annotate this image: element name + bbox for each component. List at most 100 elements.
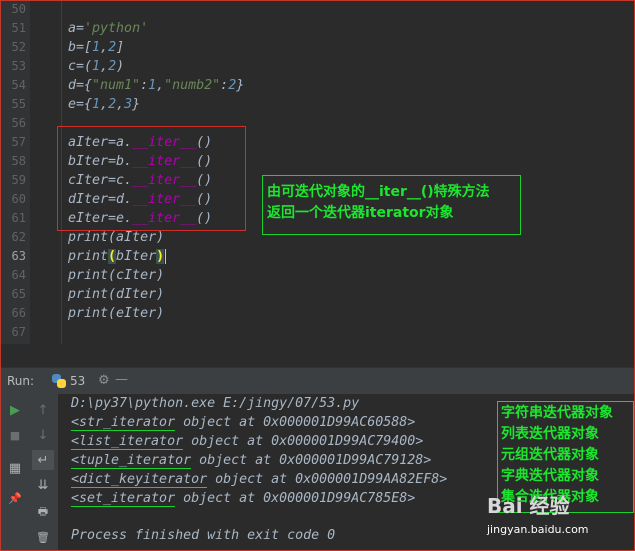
code-token: ( bbox=[108, 230, 117, 245]
code-token: 2 bbox=[108, 40, 117, 55]
run-tab-label: 53 bbox=[70, 374, 86, 388]
code-token: ) bbox=[156, 287, 165, 302]
print-icon[interactable]: 🖶 bbox=[32, 502, 54, 522]
code-token: 2 bbox=[108, 59, 117, 74]
code-token: ={ bbox=[76, 78, 93, 93]
line-number: 60 bbox=[11, 192, 26, 206]
console-output-line: <set_iterator object at 0x000001D99AC785… bbox=[71, 489, 415, 508]
watermark-logo: Bai 经验 bbox=[487, 494, 570, 518]
baidu-jingyan-watermark: Bai 经验 jingyan.baidu.com bbox=[485, 490, 635, 546]
down-arrow-icon[interactable]: ↓ bbox=[32, 425, 54, 445]
code-token: =[ bbox=[76, 40, 93, 55]
iterator-type: <tuple_iterator bbox=[71, 453, 192, 469]
line-number: 59 bbox=[11, 173, 26, 187]
line-number: 57 bbox=[11, 135, 26, 149]
code-token: aIter bbox=[116, 230, 157, 245]
line-number: 65 bbox=[11, 287, 26, 301]
code-token: a bbox=[68, 21, 77, 36]
code-token: ( bbox=[108, 287, 117, 302]
code-token: , bbox=[156, 78, 165, 93]
line-number: 67 bbox=[11, 325, 26, 339]
note-tuple: 元组迭代器对象 bbox=[501, 447, 599, 463]
code-token: , bbox=[100, 59, 109, 74]
line-number: 61 bbox=[11, 211, 26, 225]
code-token: bIter bbox=[116, 249, 157, 264]
code-token: print bbox=[68, 230, 109, 245]
pin-icon[interactable]: 📌 bbox=[4, 488, 26, 508]
code-token: "num1" bbox=[92, 78, 141, 93]
line-number: 66 bbox=[11, 306, 26, 320]
console-command: D:\py37\python.exe E:/jingy/07/53.py bbox=[71, 396, 360, 411]
code-text: d={"num1":1,"numb2":2} bbox=[68, 76, 244, 95]
iterator-type: <str_iterator bbox=[71, 415, 176, 431]
code-line[interactable]: 65 print(dIter) bbox=[0, 285, 635, 304]
line-number: 58 bbox=[11, 154, 26, 168]
layout-icon[interactable]: ▦ bbox=[4, 458, 26, 478]
line-number: 52 bbox=[11, 40, 26, 54]
code-line[interactable]: 51 a='python' bbox=[0, 19, 635, 38]
code-line[interactable]: 67 bbox=[0, 323, 635, 342]
line-number: 53 bbox=[11, 59, 26, 73]
code-token: print bbox=[68, 287, 109, 302]
rerun-icon[interactable]: ▶ bbox=[4, 400, 26, 420]
code-token: , bbox=[100, 40, 109, 55]
line-number: 63 bbox=[11, 249, 26, 263]
code-line[interactable]: 63 print(bIter) bbox=[0, 247, 635, 266]
iter-explanation-note: 由可迭代对象的__iter__()特殊方法 返回一个迭代器iterator对象 bbox=[262, 175, 521, 235]
code-text: c=(1,2) bbox=[68, 57, 124, 76]
iterator-address: object at 0x000001D99AC79400> bbox=[183, 434, 424, 449]
console-output-line: <str_iterator object at 0x000001D99AC605… bbox=[71, 413, 415, 432]
code-token: ( bbox=[108, 306, 117, 321]
code-token: ) bbox=[156, 306, 165, 321]
code-token: e bbox=[68, 97, 77, 112]
line-number: 55 bbox=[11, 97, 26, 111]
code-token: 3 bbox=[124, 97, 133, 112]
code-token: ) bbox=[156, 249, 165, 264]
run-tab-53[interactable]: 53 bbox=[52, 372, 85, 390]
console-exit-message: Process finished with exit code 0 bbox=[71, 528, 336, 543]
line-number: 51 bbox=[11, 21, 26, 35]
code-token: d bbox=[68, 78, 77, 93]
iterator-type: <set_iterator bbox=[71, 491, 176, 507]
up-arrow-icon[interactable]: ↑ bbox=[32, 400, 54, 420]
stop-icon[interactable]: ■ bbox=[4, 425, 26, 445]
code-token: cIter bbox=[116, 268, 157, 283]
run-tool-window-header: Run: 53 ⚙ — bbox=[0, 367, 635, 394]
minimize-icon[interactable]: — bbox=[115, 372, 128, 387]
iterator-type: <list_iterator bbox=[71, 434, 184, 450]
code-token: ) bbox=[156, 268, 165, 283]
gear-icon[interactable]: ⚙ bbox=[98, 373, 110, 388]
code-token: } bbox=[132, 97, 141, 112]
note-list: 列表迭代器对象 bbox=[501, 426, 599, 442]
code-text: e={1,2,3} bbox=[68, 95, 140, 114]
code-line[interactable]: 66 print(eIter) bbox=[0, 304, 635, 323]
scroll-to-end-icon[interactable]: ⇊ bbox=[32, 475, 54, 495]
code-token: 'python' bbox=[84, 21, 149, 36]
note-str: 字符串迭代器对象 bbox=[501, 405, 613, 421]
iterator-address: object at 0x000001D99AC79128> bbox=[191, 453, 432, 468]
code-editor[interactable]: 50 51 a='python' 52 b=[1,2] 53 c=(1,2) 54 d={"nu… bbox=[0, 0, 635, 344]
python-icon bbox=[52, 374, 66, 388]
soft-wrap-icon[interactable]: ↵ bbox=[32, 450, 54, 470]
code-line[interactable]: 50 bbox=[0, 0, 635, 19]
code-line[interactable]: 64 print(cIter) bbox=[0, 266, 635, 285]
iterator-address: object at 0x000001D99AC785E8> bbox=[175, 491, 416, 506]
code-token: ) bbox=[116, 59, 125, 74]
code-line[interactable]: 52 b=[1,2] bbox=[0, 38, 635, 57]
code-line[interactable]: 54 d={"num1":1,"numb2":2} bbox=[0, 76, 635, 95]
trash-icon[interactable]: 🗑 bbox=[32, 527, 54, 547]
code-token: dIter bbox=[116, 287, 157, 302]
note-line-1: 由可迭代对象的__iter__()特殊方法 bbox=[267, 184, 490, 200]
code-token: 1 bbox=[92, 59, 101, 74]
code-line[interactable]: 55 e={1,2,3} bbox=[0, 95, 635, 114]
code-token: 1 bbox=[148, 78, 157, 93]
code-token: : bbox=[220, 78, 229, 93]
code-line[interactable]: 53 c=(1,2) bbox=[0, 57, 635, 76]
watermark-url: jingyan.baidu.com bbox=[487, 523, 589, 536]
code-token: c bbox=[68, 59, 77, 74]
code-token: "numb2" bbox=[164, 78, 221, 93]
code-token: 1 bbox=[92, 40, 101, 55]
code-token: print bbox=[68, 306, 109, 321]
iter-call-highlight-box bbox=[57, 126, 246, 231]
note-dict: 字典迭代器对象 bbox=[501, 468, 599, 484]
